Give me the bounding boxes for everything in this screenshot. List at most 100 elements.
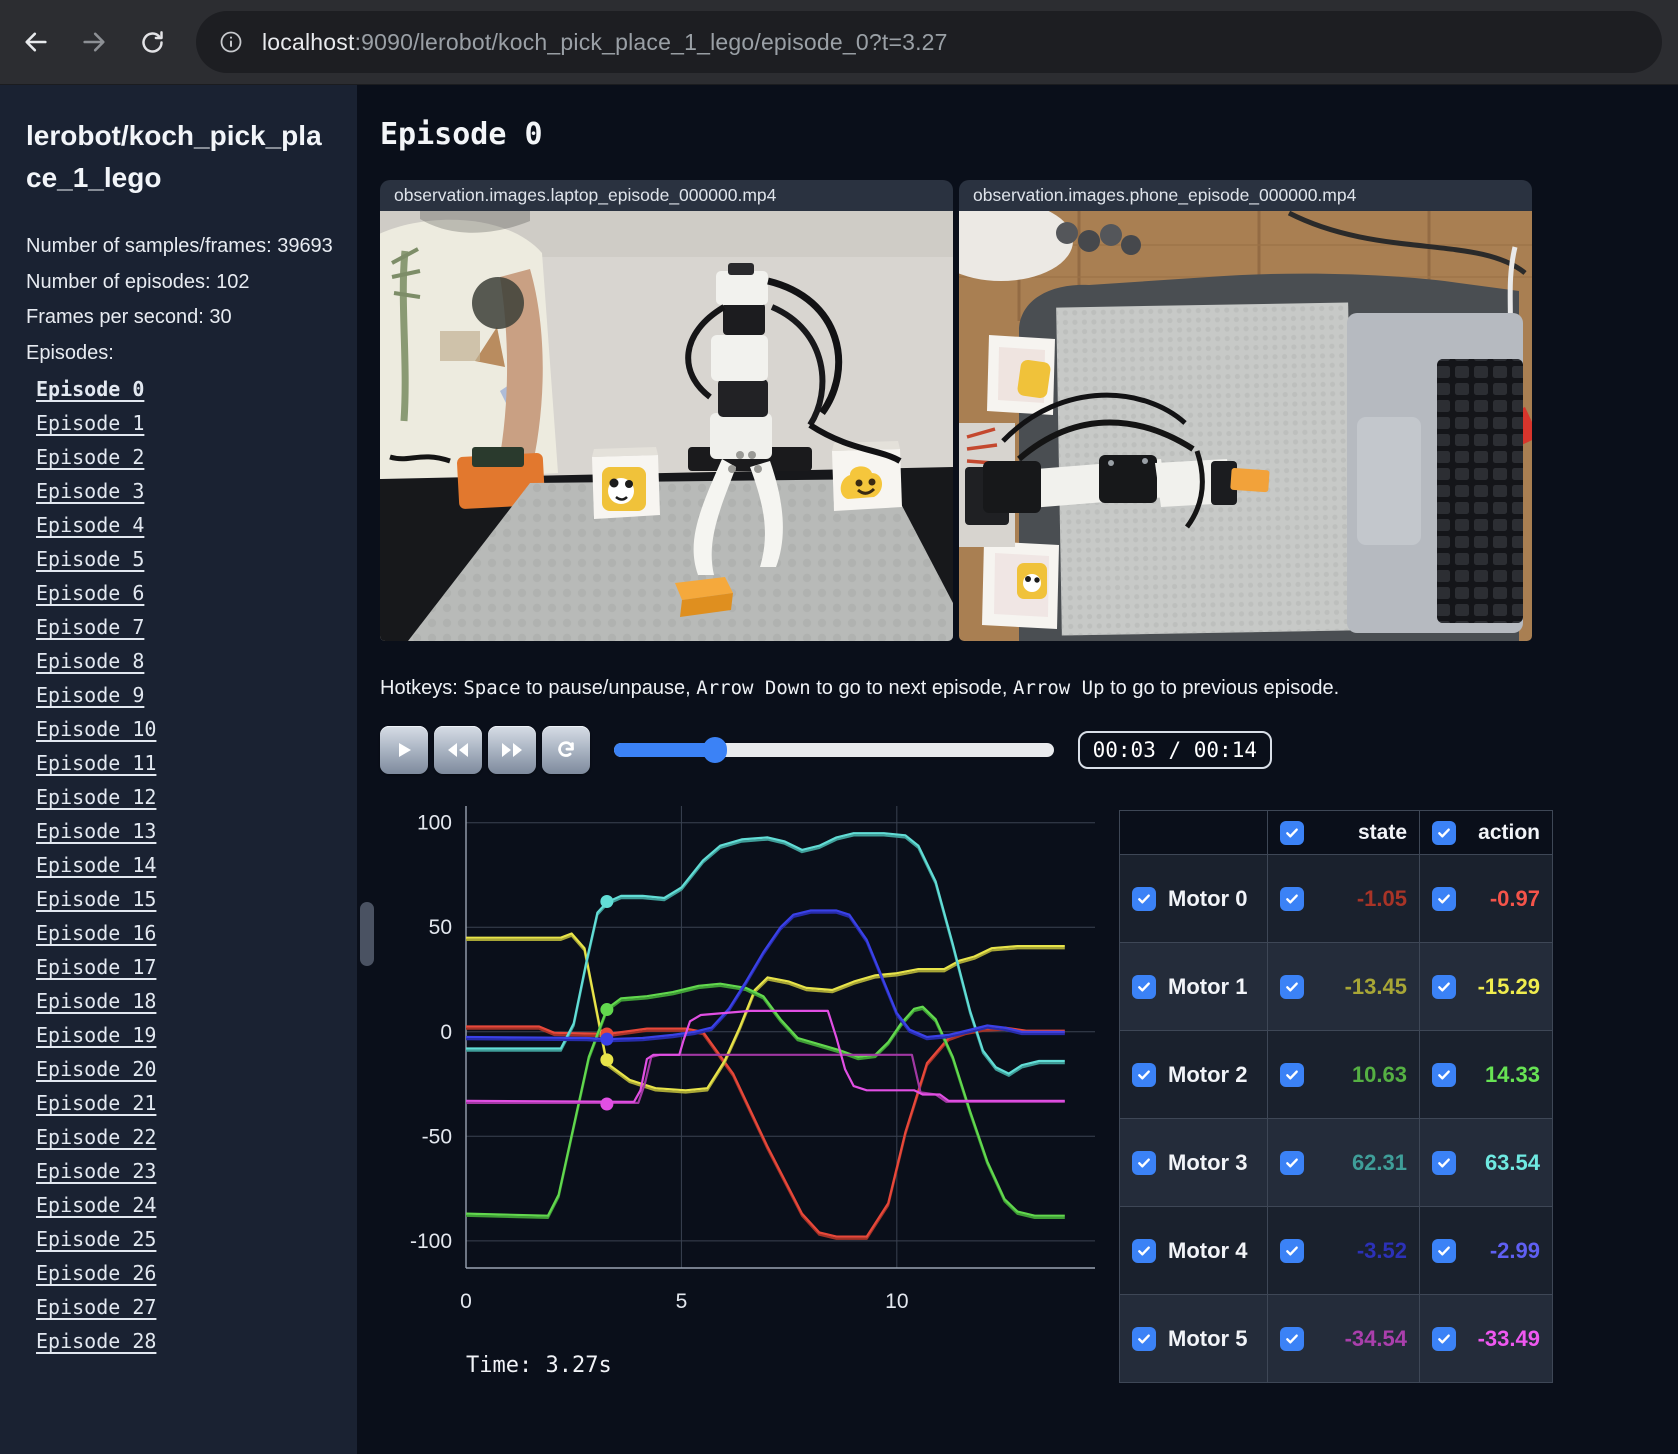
checkbox[interactable]	[1432, 974, 1456, 999]
checkbox[interactable]	[1432, 1238, 1456, 1263]
episode-link[interactable]: Episode 16	[36, 921, 156, 945]
episode-link[interactable]: Episode 0	[36, 377, 144, 401]
episode-list-item: Episode 4	[26, 509, 333, 543]
stat-fps: Frames per second: 30	[26, 306, 232, 329]
svg-text:-100: -100	[410, 1230, 452, 1253]
episode-link[interactable]: Episode 1	[36, 411, 144, 435]
episode-link[interactable]: Episode 17	[36, 955, 156, 979]
checkbox[interactable]	[1132, 1326, 1156, 1351]
episode-link[interactable]: Episode 14	[36, 853, 156, 877]
episode-link[interactable]: Episode 19	[36, 1023, 156, 1047]
state-header: state	[1357, 820, 1407, 844]
episode-link[interactable]: Episode 2	[36, 445, 144, 469]
episode-list-item: Episode 21	[26, 1087, 333, 1121]
playback-controls: 00:03 / 00:14	[380, 726, 1272, 774]
episode-link[interactable]: Episode 7	[36, 615, 144, 639]
back-button[interactable]	[14, 20, 58, 64]
checkbox[interactable]	[1280, 886, 1304, 911]
svg-text:100: 100	[417, 812, 452, 835]
reload-button[interactable]	[130, 20, 174, 64]
episode-link[interactable]: Episode 5	[36, 547, 144, 571]
check-icon	[1286, 1245, 1298, 1256]
episode-link[interactable]: Episode 25	[36, 1227, 156, 1251]
checkbox[interactable]	[1432, 886, 1456, 911]
episode-link[interactable]: Episode 20	[36, 1057, 156, 1081]
episode-list-item: Episode 18	[26, 985, 333, 1019]
episode-list-item: Episode 8	[26, 645, 333, 679]
page-title: Episode 0	[380, 117, 543, 152]
episode-link[interactable]: Episode 11	[36, 751, 156, 775]
episode-link[interactable]: Episode 18	[36, 989, 156, 1013]
check-icon	[1438, 893, 1450, 904]
rewind-button[interactable]	[434, 726, 482, 774]
sidebar-scrollbar-thumb[interactable]	[360, 902, 374, 966]
motor-action-value: 14.33	[1484, 1061, 1540, 1087]
checkbox[interactable]	[1432, 820, 1456, 845]
checkbox[interactable]	[1132, 1238, 1156, 1263]
svg-text:0: 0	[460, 1290, 472, 1313]
checkbox[interactable]	[1432, 1326, 1456, 1351]
episode-link[interactable]: Episode 21	[36, 1091, 156, 1115]
checkbox[interactable]	[1280, 820, 1304, 845]
checkbox[interactable]	[1280, 1062, 1304, 1087]
episode-link[interactable]: Episode 28	[36, 1329, 156, 1353]
svg-text:-50: -50	[422, 1125, 452, 1148]
episode-link[interactable]: Episode 22	[36, 1125, 156, 1149]
url-bar[interactable]: localhost:9090/lerobot/koch_pick_place_1…	[196, 11, 1662, 73]
episode-link[interactable]: Episode 13	[36, 819, 156, 843]
checkbox[interactable]	[1132, 974, 1156, 999]
hotkeys-segment: to go to previous episode.	[1104, 677, 1340, 699]
fast-forward-button[interactable]	[488, 726, 536, 774]
site-info-button[interactable]	[210, 21, 252, 63]
episode-link[interactable]: Episode 12	[36, 785, 156, 809]
motor-row: Motor 1 -13.45 -15.29	[1119, 942, 1553, 1031]
play-icon	[399, 743, 411, 757]
checkbox[interactable]	[1432, 1062, 1456, 1087]
loop-button[interactable]	[542, 726, 590, 774]
episode-list-item: Episode 10	[26, 713, 333, 747]
episode-link[interactable]: Episode 27	[36, 1295, 156, 1319]
episode-link[interactable]: Episode 4	[36, 513, 144, 537]
episode-link[interactable]: Episode 8	[36, 649, 144, 673]
checkbox[interactable]	[1132, 886, 1156, 911]
episode-link[interactable]: Episode 15	[36, 887, 156, 911]
stat-episodes: Number of episodes: 102	[26, 270, 250, 293]
sidebar: lerobot/koch_pick_place_1_lego Number of…	[0, 85, 357, 1454]
checkbox[interactable]	[1280, 1238, 1304, 1263]
checkbox[interactable]	[1132, 1150, 1156, 1175]
forward-button[interactable]	[72, 20, 116, 64]
seek-slider-thumb[interactable]	[703, 737, 728, 763]
episode-link[interactable]: Episode 26	[36, 1261, 156, 1285]
check-icon	[1286, 893, 1298, 904]
motor-state-value: 62.31	[1351, 1149, 1407, 1175]
rewind-icon	[448, 743, 468, 757]
hotkeys-segment: Space	[463, 677, 521, 699]
motor-name: Motor 2	[1168, 1061, 1248, 1087]
seek-slider[interactable]	[614, 737, 1054, 763]
check-icon	[1138, 1333, 1150, 1344]
check-icon	[1438, 1333, 1450, 1344]
episode-link[interactable]: Episode 10	[36, 717, 156, 741]
svg-text:10: 10	[885, 1290, 908, 1313]
checkbox[interactable]	[1280, 1326, 1304, 1351]
episode-link[interactable]: Episode 24	[36, 1193, 156, 1217]
motor-name: Motor 3	[1168, 1149, 1248, 1175]
checkbox[interactable]	[1132, 1062, 1156, 1087]
checkbox[interactable]	[1280, 974, 1304, 999]
episode-link[interactable]: Episode 23	[36, 1159, 156, 1183]
episode-list-item: Episode 13	[26, 815, 333, 849]
play-button[interactable]	[380, 726, 428, 774]
episode-link[interactable]: Episode 9	[36, 683, 144, 707]
hotkeys-segment: Hotkeys:	[380, 677, 464, 699]
episode-list-item: Episode 1	[26, 407, 333, 441]
back-arrow-icon	[25, 32, 47, 52]
dataset-title: lerobot/koch_pick_place_1_lego	[26, 120, 322, 193]
loop-icon	[558, 741, 574, 757]
motor-chart-canvas: 100 50 0 -50 -100 0 5 10	[410, 806, 1095, 1313]
episode-link[interactable]: Episode 3	[36, 479, 144, 503]
checkbox[interactable]	[1432, 1150, 1456, 1175]
check-icon	[1286, 981, 1298, 992]
episode-link[interactable]: Episode 6	[36, 581, 144, 605]
checkbox[interactable]	[1280, 1150, 1304, 1175]
motor-row: Motor 2 10.63 14.33	[1119, 1030, 1553, 1119]
